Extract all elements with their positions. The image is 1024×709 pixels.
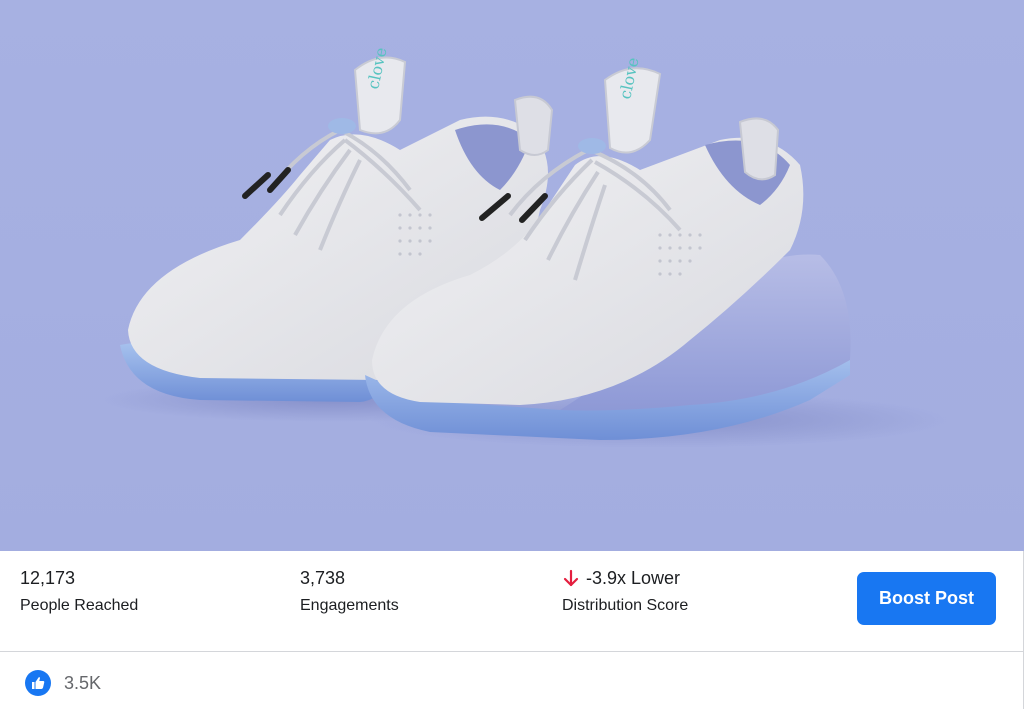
- distribution-value-row: -3.9x Lower: [562, 567, 688, 589]
- engagements-label: Engagements: [300, 597, 399, 614]
- stat-distribution-score[interactable]: -3.9x Lower Distribution Score: [562, 567, 688, 617]
- post-image[interactable]: clove clove: [0, 0, 1024, 551]
- post-insights: 12,173 People Reached 3,738 Engagements …: [0, 551, 1024, 651]
- like-count: 3.5K: [64, 673, 102, 693]
- engagements-value: 3,738: [300, 568, 346, 588]
- arrow-down-icon: [563, 569, 579, 587]
- post-card: clove clove 12,173 People Reached 3,738 …: [0, 0, 1024, 709]
- boost-post-button[interactable]: Boost Post: [857, 572, 996, 625]
- like-icon: [25, 670, 51, 696]
- people-reached-value: 12,173: [20, 568, 76, 588]
- people-reached-label: People Reached: [20, 597, 139, 614]
- stat-engagements[interactable]: 3,738 Engagements: [300, 567, 399, 617]
- reactions-bar[interactable]: 3.5K: [0, 652, 1024, 709]
- stat-people-reached[interactable]: 12,173 People Reached: [20, 567, 138, 617]
- sneakers-photo: clove clove: [0, 0, 1024, 551]
- distribution-label: Distribution Score: [562, 597, 689, 614]
- distribution-value: -3.9x Lower: [586, 568, 681, 588]
